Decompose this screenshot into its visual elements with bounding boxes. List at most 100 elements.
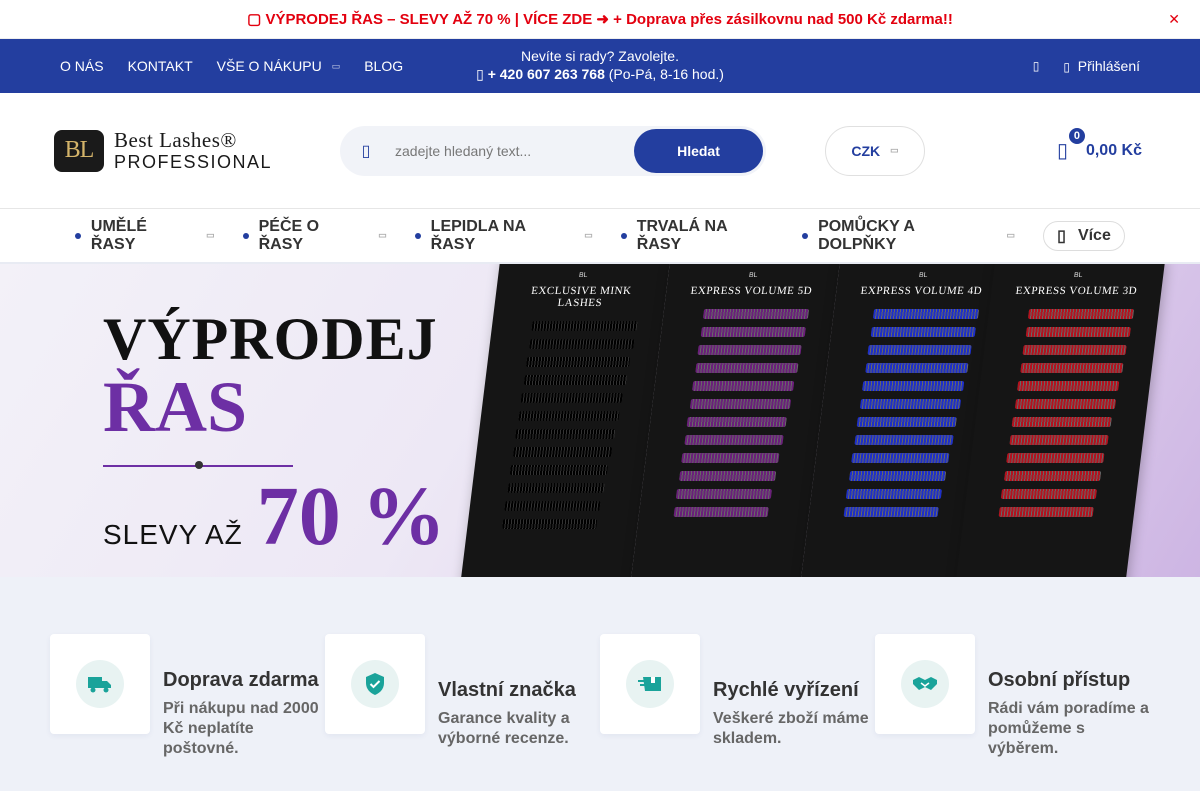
chevron-down-icon: ▭ — [378, 230, 387, 240]
logo[interactable]: BL Best Lashes® PROFESSIONAL — [54, 129, 340, 172]
cart-count-badge: 0 — [1066, 126, 1087, 146]
lash-row — [683, 435, 784, 445]
lash-row — [507, 483, 605, 493]
lash-row — [1006, 453, 1105, 463]
lash-row — [689, 399, 791, 409]
hero-banner[interactable]: VÝPRODEJ ŘAS SLEVY AŽ 70 % BL EXCLUSIVE M… — [0, 264, 1200, 577]
lash-row — [525, 357, 631, 367]
cart[interactable]: ▯ 0 0,00 Kč — [1057, 126, 1142, 163]
feature-own-brand: Vlastní značka Garance kvality a výborné… — [325, 634, 600, 791]
promo-bar[interactable]: ▢ VÝPRODEJ ŘAS – SLEVY AŽ 70 % | VÍCE ZD… — [0, 0, 1200, 39]
tray-brand: BL — [1073, 272, 1083, 279]
lash-row — [859, 399, 961, 409]
lash-row — [853, 435, 954, 445]
bullet-icon — [620, 232, 627, 239]
lash-row — [845, 489, 943, 499]
feature-fast-processing: Rychlé vyřízení Veškeré zboží máme sklad… — [600, 634, 875, 791]
bullet-icon — [75, 232, 81, 239]
nav-link-blog[interactable]: BLOG — [364, 58, 403, 74]
user-icon: ▯ — [1063, 60, 1070, 74]
tray-title: EXPRESS VOLUME 4D — [859, 285, 983, 297]
lash-row — [862, 381, 965, 391]
lash-row — [520, 393, 623, 403]
lash-row — [1014, 399, 1116, 409]
bullet-icon — [802, 232, 809, 239]
lash-row — [692, 381, 795, 391]
category-pomucky[interactable]: POMŮCKY A DOLPŇKY ▭ — [802, 218, 1015, 254]
lash-row — [1017, 381, 1120, 391]
lash-row — [1003, 471, 1101, 481]
nav-link-vse-o-nakupu[interactable]: VŠE O NÁKUPU ▭ — [217, 58, 341, 74]
logo-line2: PROFESSIONAL — [114, 152, 273, 172]
lash-row — [1025, 327, 1131, 337]
category-label: TRVALÁ NA ŘASY — [636, 217, 728, 253]
chevron-down-icon: ▭ — [206, 230, 215, 240]
lash-row — [528, 339, 634, 349]
features-strip: Doprava zdarma Při nákupu nad 2000 Kč ne… — [0, 577, 1200, 791]
lash-row — [681, 453, 780, 463]
lash-row — [517, 411, 620, 421]
bullet-icon — [414, 232, 421, 239]
category-trvala[interactable]: TRVALÁ NA ŘASY — [620, 217, 774, 254]
feature-desc: Rádi vám poradíme a pomůžeme s výběrem. — [988, 699, 1149, 757]
tray-title: EXCLUSIVE MINK LASHES — [530, 285, 633, 309]
tray-title: EXPRESS VOLUME 3D — [1014, 285, 1138, 297]
banner-headline: VÝPRODEJ — [103, 306, 438, 372]
search-button[interactable]: Hledat — [634, 128, 763, 173]
feature-icon-box — [600, 634, 700, 734]
lash-row — [694, 363, 798, 373]
currency-select[interactable]: CZK ▭ — [825, 125, 925, 176]
search-icon: ▯ — [361, 142, 371, 160]
category-lepidla[interactable]: LEPIDLA NA ŘASY ▭ — [414, 217, 593, 254]
lash-row — [1008, 435, 1109, 445]
banner-discount: SLEVY AŽ 70 % — [103, 475, 446, 559]
handshake-icon — [901, 660, 949, 708]
feature-desc: Garance kvality a výborné recenze. — [438, 709, 570, 747]
lash-row — [843, 507, 939, 517]
feature-free-shipping: Doprava zdarma Při nákupu nad 2000 Kč ne… — [50, 634, 325, 791]
lash-row — [686, 417, 787, 427]
lash-row — [864, 363, 968, 373]
feature-icon-box — [875, 634, 975, 734]
category-umele-rasy[interactable]: UMĚLÉ ŘASY ▭ — [75, 218, 215, 254]
lash-row — [515, 429, 616, 439]
shield-icon — [351, 660, 399, 708]
phone-hours: (Po-Pá, 8-16 hod.) — [608, 66, 724, 82]
heart-icon[interactable]: ▯ — [1033, 59, 1040, 73]
category-label: LEPIDLA NA ŘASY — [430, 217, 526, 253]
category-navigation: UMĚLÉ ŘASY ▭ PÉČE O ŘASY ▭ LEPIDLA NA ŘASY… — [0, 209, 1200, 264]
tray-lash-rows — [651, 309, 823, 517]
lash-row — [848, 471, 946, 481]
feature-title: Doprava zdarma — [163, 668, 319, 691]
lash-row — [870, 327, 976, 337]
lash-row — [531, 321, 638, 331]
close-icon[interactable]: ✕ — [1168, 11, 1180, 28]
feature-desc: Veškeré zboží máme skladem. — [713, 709, 869, 747]
more-categories-button[interactable]: ▯ Více — [1043, 220, 1125, 251]
promo-text[interactable]: ▢ VÝPRODEJ ŘAS – SLEVY AŽ 70 % | VÍCE ZD… — [247, 10, 953, 28]
tray-brand: BL — [918, 272, 928, 279]
feature-title: Vlastní značka — [438, 678, 576, 701]
category-label: UMĚLÉ ŘASY — [90, 217, 147, 253]
lash-row — [675, 489, 773, 499]
login-label: Přihlášení — [1077, 58, 1140, 74]
discount-prefix: SLEVY AŽ — [103, 519, 243, 550]
menu-icon: ▯ — [1057, 227, 1066, 245]
nav-link-label: O NÁS — [60, 58, 104, 74]
login-link[interactable]: ▯ Přihlášení — [1063, 58, 1140, 74]
top-navigation: O NÁS KONTAKT VŠE O NÁKUPU ▭ BLOG Nevíte … — [0, 39, 1200, 93]
nav-link-label: BLOG — [364, 58, 404, 74]
box-icon — [626, 660, 674, 708]
category-pece-o-rasy[interactable]: PÉČE O ŘASY ▭ — [242, 218, 387, 254]
tray-brand: BL — [748, 272, 758, 279]
feature-icon-box — [325, 634, 425, 734]
category-label: POMŮCKY A DOLPŇKY — [818, 217, 915, 253]
search-input[interactable] — [389, 142, 634, 159]
lash-row — [1027, 309, 1135, 319]
more-label: Více — [1077, 226, 1111, 244]
feature-personal-approach: Osobní přístup Rádi vám poradíme a pomůž… — [875, 634, 1150, 791]
nav-link-kontakt[interactable]: KONTAKT — [128, 58, 193, 74]
nav-link-o-nas[interactable]: O NÁS — [60, 58, 104, 74]
currency-value: CZK — [851, 142, 881, 159]
site-header: BL Best Lashes® PROFESSIONAL ▯ Hledat CZ… — [0, 93, 1200, 209]
